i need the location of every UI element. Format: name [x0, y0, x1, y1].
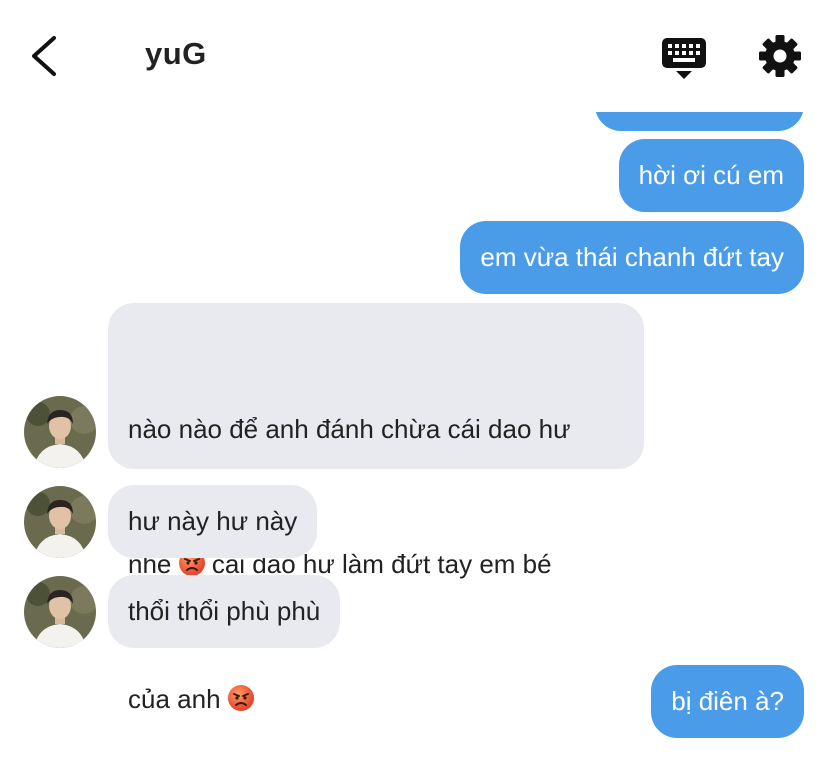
- angry-face-emoji-icon: [227, 685, 254, 711]
- chat-title: yuG: [145, 36, 207, 71]
- message-bubble-incoming[interactable]: nào nào để anh đánh chừa cái dao hư nhé …: [108, 303, 644, 714]
- message-line: nào nào để anh đánh chừa cái dao hư: [128, 414, 571, 444]
- avatar[interactable]: [24, 396, 96, 468]
- message-bubble-incoming[interactable]: thổi thổi phù phù: [108, 575, 341, 648]
- message-line: của anh: [128, 677, 624, 722]
- message-bubble-outgoing[interactable]: em vừa thái chanh đứt tay: [460, 221, 804, 294]
- keyboard-icon[interactable]: [660, 36, 708, 80]
- avatar[interactable]: [24, 486, 96, 558]
- gear-icon[interactable]: [758, 34, 802, 78]
- message-text: của anh: [128, 684, 221, 714]
- message-bubble-incoming[interactable]: hư này hư này: [108, 485, 318, 558]
- message-bubble-outgoing[interactable]: bị điên à?: [651, 665, 804, 738]
- back-chevron-icon[interactable]: [24, 32, 68, 80]
- message-bubble-outgoing[interactable]: hời ơi cú em: [618, 139, 804, 212]
- avatar[interactable]: [24, 576, 96, 648]
- chat-header: yuG: [0, 0, 828, 112]
